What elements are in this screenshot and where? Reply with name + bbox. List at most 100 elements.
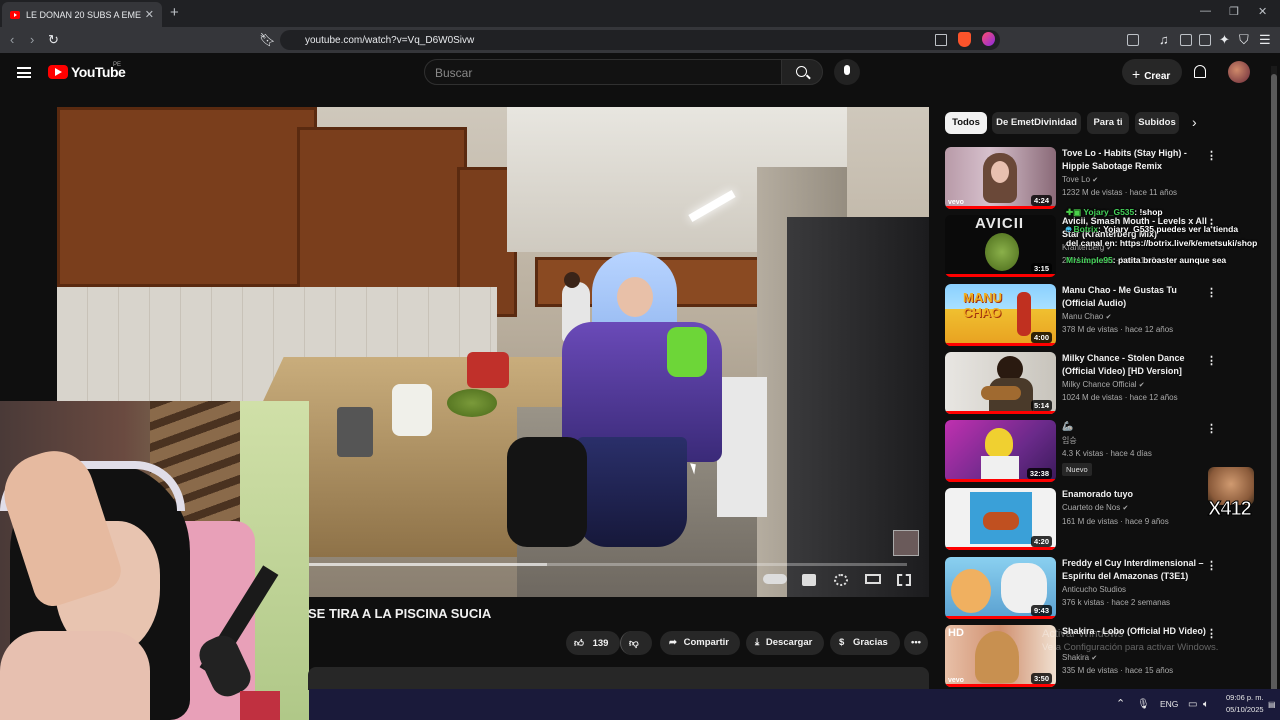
channel-name[interactable]: Anticucho Studios — [1062, 585, 1126, 594]
browser-tab-strip: LE DONAN 20 SUBS A EMETSUKI ✕ + — ❐ ✕ — [0, 0, 1280, 27]
thanks-button[interactable]: $ Gracias — [830, 631, 900, 655]
kettle — [392, 384, 432, 436]
cast-icon[interactable] — [935, 34, 947, 46]
subtitles-icon[interactable] — [802, 574, 816, 586]
channel-name[interactable]: 임승 — [1062, 435, 1077, 446]
search-input[interactable]: Buscar — [424, 59, 782, 85]
tab-close-icon[interactable]: ✕ — [145, 8, 154, 21]
plus-icon: + — [1132, 66, 1141, 82]
watched-progress — [945, 479, 1056, 482]
tray-mic-icon[interactable]: 🎙︎ — [1137, 699, 1150, 710]
create-button[interactable]: + Crear — [1122, 59, 1182, 85]
chip-todos[interactable]: Todos — [945, 112, 987, 134]
hamburger-menu-icon[interactable] — [17, 67, 31, 78]
browser-tab[interactable]: LE DONAN 20 SUBS A EMETSUKI ✕ — [2, 2, 162, 27]
language-indicator[interactable]: ENG — [1160, 699, 1178, 709]
recommendation-item[interactable]: 9:43 Freddy el Cuy Interdimensional – Es… — [945, 557, 1265, 619]
recommendation-title[interactable]: 🦾 — [1062, 420, 1210, 433]
wallet-icon[interactable] — [1199, 34, 1211, 46]
video-thumbnail[interactable]: 32:38 — [945, 420, 1056, 482]
music-icon[interactable]: ♫ — [1159, 32, 1169, 47]
fullscreen-icon[interactable] — [897, 574, 911, 586]
recommendation-title[interactable]: Tove Lo - Habits (Stay High) - Hippie Sa… — [1062, 147, 1210, 173]
more-actions-button[interactable]: ••• — [904, 631, 928, 655]
avatar[interactable] — [1228, 61, 1250, 83]
theater-mode-icon[interactable] — [865, 574, 881, 584]
recommendation-item[interactable]: vevo 4:24 Tove Lo - Habits (Stay High) -… — [945, 147, 1265, 209]
forward-icon[interactable]: › — [30, 32, 34, 47]
youtube-logo-icon[interactable] — [48, 65, 68, 79]
chips-next-icon[interactable]: › — [1192, 114, 1197, 130]
verified-icon: ✔ — [1091, 655, 1098, 662]
brave-shield-icon[interactable] — [958, 32, 971, 47]
notifications-bell-icon[interactable] — [1194, 65, 1206, 78]
channel-name[interactable]: Milky Chance Official ✔ — [1062, 380, 1145, 389]
video-thumbnail[interactable]: vevo 4:24 — [945, 147, 1056, 209]
menu-icon[interactable]: ☰ — [1259, 32, 1271, 48]
seek-bar[interactable] — [307, 563, 907, 566]
recommendation-title[interactable]: Milky Chance - Stolen Dance (Official Vi… — [1062, 352, 1210, 378]
more-options-icon[interactable]: ⋮ — [1206, 286, 1217, 299]
taskbar-time[interactable]: 09:06 p. m. — [1226, 693, 1264, 702]
recommendation-title[interactable]: Manu Chao - Me Gustas Tu (Official Audio… — [1062, 284, 1210, 310]
network-icon[interactable]: ▭ — [1188, 699, 1197, 710]
chip-subidos[interactable]: Subidos — [1135, 112, 1179, 134]
recommendation-title[interactable]: Enamorado tuyo — [1062, 488, 1210, 501]
channel-name[interactable]: Manu Chao ✔ — [1062, 312, 1111, 321]
minimize-icon[interactable]: — — [1200, 5, 1211, 17]
search-button[interactable] — [781, 59, 823, 85]
settings-gear-icon[interactable] — [834, 574, 848, 586]
dislike-button[interactable]: 👎︎ — [620, 631, 652, 655]
video-meta: 335 M de vistas · hace 15 años — [1062, 666, 1174, 675]
new-tab-button[interactable]: + — [170, 4, 179, 21]
more-options-icon[interactable]: ⋮ — [1206, 627, 1217, 640]
url-field[interactable]: youtube.com/watch?v=Vq_D6W0Sivw — [280, 30, 1000, 50]
more-options-icon[interactable]: ⋮ — [1206, 559, 1217, 572]
voice-search-icon[interactable] — [834, 59, 860, 85]
recommendation-title[interactable]: Freddy el Cuy Interdimensional – Espírit… — [1062, 557, 1210, 583]
video-thumbnail[interactable]: AVICII 3:15 — [945, 215, 1056, 277]
video-thumbnail[interactable]: MANU CHAO 4:00 — [945, 284, 1056, 346]
url-text: youtube.com/watch?v=Vq_D6W0Sivw — [305, 35, 475, 46]
chip-de-emetdivinidad[interactable]: De EmetDivinidad — [992, 112, 1081, 134]
ai-icon[interactable]: ✦ — [1219, 32, 1230, 48]
duration-badge: 9:43 — [1030, 605, 1052, 616]
download-button[interactable]: ⤓ Descargar — [746, 631, 824, 655]
video-thumbnail[interactable]: 4:20 — [945, 488, 1056, 550]
share-button[interactable]: ➦ Compartir — [660, 631, 740, 655]
chat-username: Yojary_G535 — [1083, 207, 1135, 217]
window-close-icon[interactable]: ✕ — [1258, 5, 1267, 18]
more-options-icon[interactable]: ⋮ — [1206, 422, 1217, 435]
channel-name[interactable]: Shakira ✔ — [1062, 653, 1097, 662]
restore-icon[interactable]: ❐ — [1229, 5, 1239, 18]
channel-name[interactable]: Tove Lo ✔ — [1062, 175, 1098, 184]
more-options-icon[interactable]: ⋮ — [1206, 149, 1217, 162]
description-box[interactable] — [308, 667, 929, 690]
reload-icon[interactable]: ↻ — [48, 32, 59, 48]
streamer-webcam — [0, 401, 309, 720]
autoplay-toggle[interactable] — [763, 574, 787, 584]
taskbar-date[interactable]: 05/10/2025 — [1226, 705, 1264, 714]
bookmark-icon[interactable]: 🔖︎ — [259, 32, 276, 48]
chip-para-ti[interactable]: Para ti — [1087, 112, 1129, 134]
more-options-icon[interactable]: ⋮ — [1206, 354, 1217, 367]
channel-name[interactable]: Cuarteto de Nos ✔ — [1062, 503, 1128, 512]
video-thumbnail[interactable]: HD vevo 3:50 — [945, 625, 1056, 687]
reader-icon[interactable] — [1180, 34, 1192, 46]
vpn-icon[interactable]: ⛉ — [1239, 32, 1249, 48]
tray-expand-icon[interactable]: ⌃ — [1116, 697, 1125, 710]
like-button[interactable]: 👍︎ 139 — [566, 631, 620, 655]
share-label: Compartir — [683, 637, 730, 648]
video-thumbnail[interactable]: 9:43 — [945, 557, 1056, 619]
recommendation-item[interactable]: MANU CHAO 4:00 Manu Chao - Me Gustas Tu (… — [945, 284, 1265, 346]
sidebar-toggle-icon[interactable] — [1127, 34, 1139, 46]
rewards-icon[interactable] — [982, 32, 995, 46]
back-icon[interactable]: ‹ — [10, 32, 14, 47]
channel-watermark-icon[interactable] — [893, 530, 919, 556]
notification-center-icon[interactable]: ▤ — [1268, 700, 1276, 709]
page-scrollbar[interactable] — [1271, 66, 1277, 694]
recommendation-item[interactable]: 5:14 Milky Chance - Stolen Dance (Offici… — [945, 352, 1265, 414]
volume-icon[interactable]: 🔈︎ — [1203, 699, 1209, 710]
scrollbar-thumb[interactable] — [1271, 74, 1277, 694]
video-thumbnail[interactable]: 5:14 — [945, 352, 1056, 414]
